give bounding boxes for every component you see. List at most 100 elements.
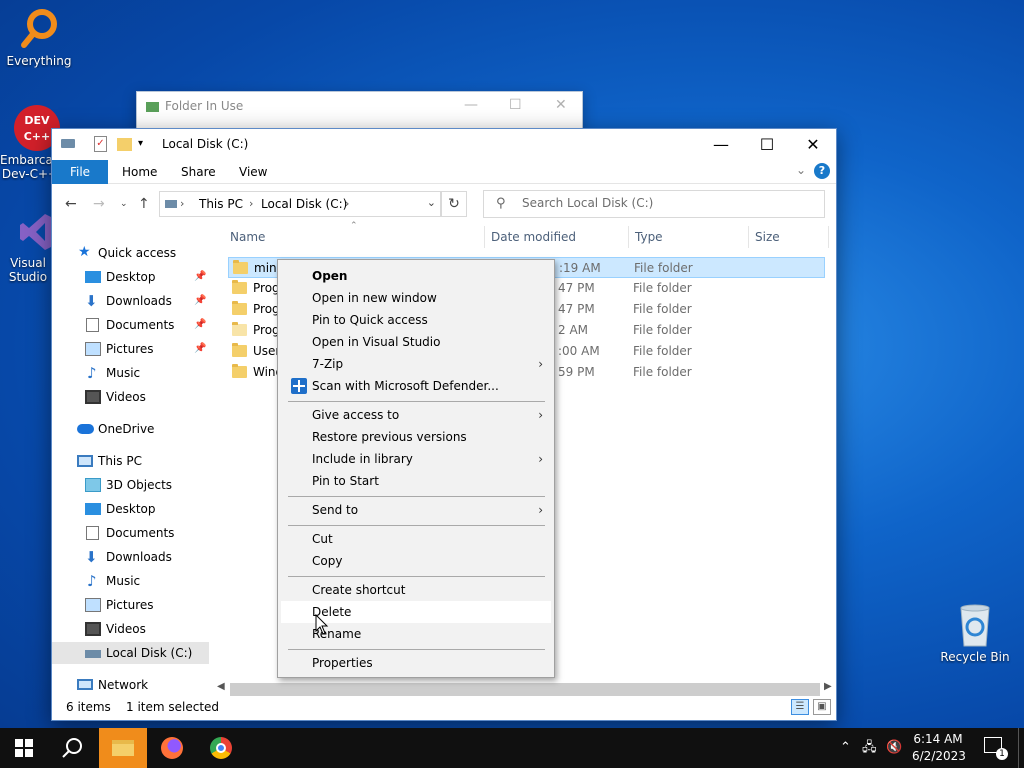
pin-icon[interactable]: 📌	[194, 266, 206, 288]
nav-pc-documents[interactable]: Documents	[52, 522, 218, 544]
network-status-icon[interactable]: 🖧	[862, 728, 877, 768]
nav-qa-pictures[interactable]: Pictures 📌	[52, 338, 218, 360]
nav-qa-videos[interactable]: Videos	[52, 386, 218, 408]
menu-item-properties[interactable]: Properties	[281, 652, 551, 674]
menu-item-7zip[interactable]: 7-Zip ›	[281, 353, 551, 375]
window-title: Local Disk (C:)	[162, 137, 249, 151]
nav-pc-downloads[interactable]: ⬇ Downloads	[52, 546, 218, 568]
nav-local-disk[interactable]: Local Disk (C:)	[52, 642, 209, 664]
menu-separator	[288, 496, 545, 497]
scroll-left-icon[interactable]: ◀	[217, 681, 225, 692]
horizontal-scrollbar[interactable]: ◀ ▶	[212, 681, 832, 697]
show-desktop-button[interactable]	[1018, 728, 1024, 768]
maximize-button[interactable]: ☐	[744, 129, 790, 160]
nav-pc-music[interactable]: ♪ Music	[52, 570, 218, 592]
help-icon[interactable]: ?	[814, 163, 830, 179]
tab-view[interactable]: View	[229, 160, 277, 184]
up-button[interactable]: ↑	[138, 196, 150, 212]
new-folder-icon[interactable]	[117, 138, 132, 151]
address-bar[interactable]: › This PC › Local Disk (C:) › ⌄	[159, 191, 441, 217]
menu-item-create-shortcut[interactable]: Create shortcut	[281, 579, 551, 601]
minimize-button[interactable]: —	[698, 129, 744, 160]
nav-qa-downloads[interactable]: ⬇ Downloads 📌	[52, 290, 218, 312]
start-button[interactable]	[0, 728, 48, 768]
window-title: Folder In Use	[165, 99, 244, 113]
chevron-right-icon[interactable]: ›	[345, 197, 349, 210]
breadcrumb-this-pc[interactable]: This PC	[199, 197, 243, 211]
column-type[interactable]: Type	[635, 230, 663, 244]
tab-share[interactable]: Share	[171, 160, 226, 184]
desktop-icon-recycle-bin[interactable]: Recycle Bin	[938, 600, 1012, 664]
close-button[interactable]: ✕	[790, 129, 836, 160]
menu-item-open-new-window[interactable]: Open in new window	[281, 287, 551, 309]
search-input[interactable]	[522, 196, 812, 210]
window-app-icon	[146, 102, 159, 112]
menu-item-include-library[interactable]: Include in library ›	[281, 448, 551, 470]
column-name[interactable]: Name	[230, 230, 265, 244]
tab-home[interactable]: Home	[112, 160, 167, 184]
scrollbar-thumb[interactable]	[230, 683, 820, 696]
refresh-button[interactable]: ↻	[441, 191, 467, 217]
show-hidden-icons[interactable]: ⌃	[840, 728, 851, 768]
column-divider[interactable]	[484, 226, 485, 248]
nav-qa-music[interactable]: ♪ Music	[52, 362, 218, 384]
chevron-right-icon[interactable]: ›	[180, 197, 184, 210]
everything-icon	[21, 9, 57, 48]
pin-icon[interactable]: 📌	[194, 290, 206, 312]
menu-item-open-visual-studio[interactable]: Open in Visual Studio	[281, 331, 551, 353]
volume-muted-icon[interactable]: 🔇	[886, 728, 902, 768]
column-size[interactable]: Size	[755, 230, 780, 244]
column-date-modified[interactable]: Date modified	[491, 230, 576, 244]
scroll-right-icon[interactable]: ▶	[824, 681, 832, 692]
menu-item-scan-defender[interactable]: Scan with Microsoft Defender...	[281, 375, 551, 397]
large-icons-view-icon[interactable]: ▣	[813, 699, 831, 715]
customize-toolbar-icon[interactable]: ▾	[138, 138, 143, 149]
tab-file[interactable]: File	[52, 160, 108, 184]
menu-item-open[interactable]: Open	[281, 265, 551, 287]
menu-item-cut[interactable]: Cut	[281, 528, 551, 550]
breadcrumb-local-disk[interactable]: Local Disk (C:)	[261, 197, 347, 211]
menu-item-give-access[interactable]: Give access to ›	[281, 404, 551, 426]
nav-pc-desktop[interactable]: Desktop	[52, 498, 218, 520]
forward-button[interactable]: →	[93, 196, 105, 212]
title-bar[interactable]: ✓ ▾ Local Disk (C:) — ☐ ✕	[52, 129, 836, 160]
nav-network[interactable]: Network	[52, 674, 218, 696]
desktop-icon-everything[interactable]: Everything	[2, 8, 76, 68]
column-divider[interactable]	[628, 226, 629, 248]
nav-qa-desktop[interactable]: Desktop 📌	[52, 266, 218, 288]
menu-item-restore-versions[interactable]: Restore previous versions	[281, 426, 551, 448]
search-button[interactable]	[48, 728, 96, 768]
menu-separator	[288, 649, 545, 650]
nav-quick-access[interactable]: ★ Quick access	[52, 242, 218, 264]
menu-item-copy[interactable]: Copy	[281, 550, 551, 572]
nav-onedrive[interactable]: OneDrive	[52, 418, 218, 440]
minimize-button[interactable]: —	[464, 97, 478, 113]
recent-locations-icon[interactable]: ⌄	[120, 199, 128, 209]
taskbar-file-explorer[interactable]	[99, 728, 147, 768]
expand-ribbon-icon[interactable]: ⌄	[796, 163, 806, 177]
address-dropdown-icon[interactable]: ⌄	[427, 196, 436, 209]
folder-in-use-window[interactable]: Folder In Use — ☐ ✕	[136, 91, 583, 131]
menu-item-pin-quick-access[interactable]: Pin to Quick access	[281, 309, 551, 331]
close-button[interactable]: ✕	[555, 97, 567, 113]
maximize-button[interactable]: ☐	[509, 97, 522, 113]
column-divider[interactable]	[748, 226, 749, 248]
column-divider[interactable]	[828, 226, 829, 248]
search-box[interactable]: ⚲	[483, 190, 825, 218]
taskbar-firefox[interactable]	[148, 728, 196, 768]
back-button[interactable]: ←	[65, 196, 77, 212]
menu-item-pin-start[interactable]: Pin to Start	[281, 470, 551, 492]
nav-this-pc[interactable]: This PC	[52, 450, 218, 472]
nav-qa-documents[interactable]: Documents 📌	[52, 314, 218, 336]
details-view-icon[interactable]: ☰	[791, 699, 809, 715]
taskbar-chrome[interactable]	[197, 728, 245, 768]
menu-item-send-to[interactable]: Send to ›	[281, 499, 551, 521]
chevron-right-icon[interactable]: ›	[249, 197, 253, 210]
pin-icon[interactable]: 📌	[194, 314, 206, 336]
nav-pc-pictures[interactable]: Pictures	[52, 594, 218, 616]
clock[interactable]: 6:14 AM 6/2/2023	[912, 731, 966, 765]
properties-icon[interactable]: ✓	[94, 136, 107, 152]
nav-3d-objects[interactable]: 3D Objects	[52, 474, 218, 496]
nav-pc-videos[interactable]: Videos	[52, 618, 218, 640]
pin-icon[interactable]: 📌	[194, 338, 206, 360]
